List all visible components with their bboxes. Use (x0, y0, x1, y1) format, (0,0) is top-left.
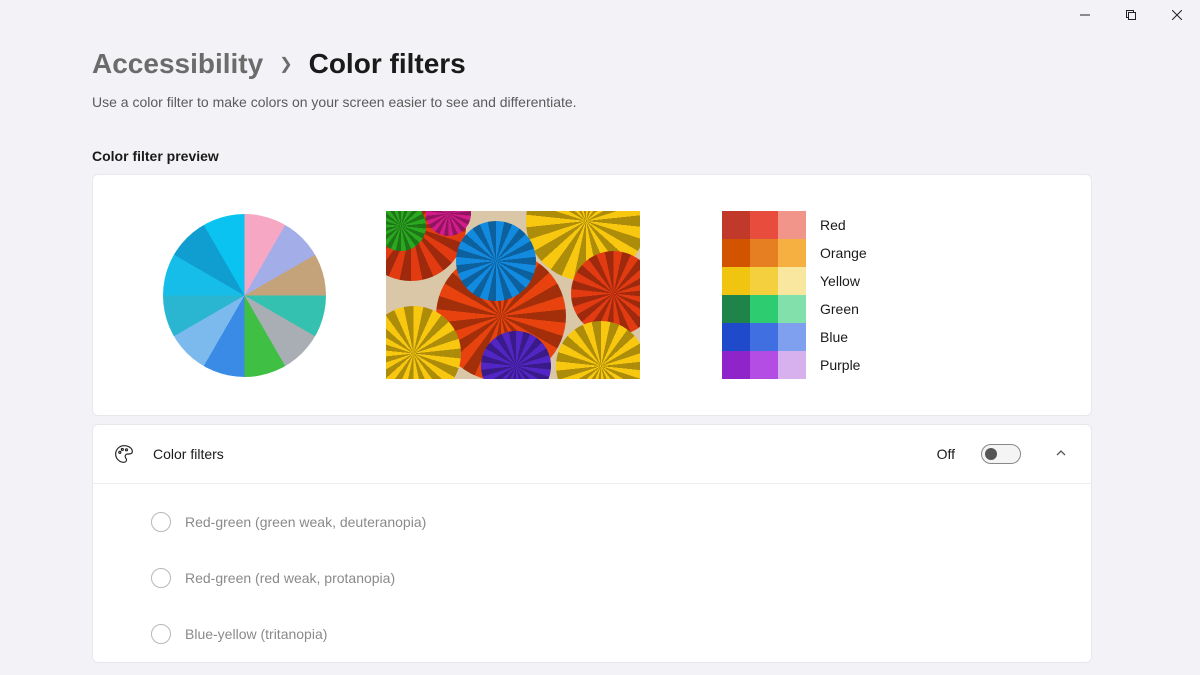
option-label: Blue-yellow (tritanopia) (185, 626, 327, 642)
color-filters-header[interactable]: Color filters Off (93, 425, 1091, 484)
chevron-right-icon: ❯ (279, 54, 292, 74)
swatch (722, 211, 750, 239)
swatch (778, 295, 806, 323)
swatch-label: Orange (820, 245, 867, 261)
toggle-state-text: Off (937, 446, 955, 462)
swatch (778, 239, 806, 267)
swatch (750, 351, 778, 379)
swatch (722, 351, 750, 379)
swatch-label: Yellow (820, 273, 860, 289)
swatch (722, 267, 750, 295)
swatch (750, 295, 778, 323)
color-filters-card: Color filters Off Red-green (green weak,… (92, 424, 1092, 663)
preview-label: Color filter preview (92, 148, 1092, 164)
preview-card: Red Orange Yellow Green Blue Purple (92, 174, 1092, 416)
swatch (750, 211, 778, 239)
breadcrumb-parent[interactable]: Accessibility (92, 48, 263, 80)
swatch-label: Blue (820, 329, 848, 345)
radio-button[interactable] (151, 624, 171, 644)
chevron-up-icon[interactable] (1055, 447, 1067, 462)
swatch (750, 239, 778, 267)
filter-options-list: Red-green (green weak, deuteranopia) Red-… (93, 484, 1091, 662)
breadcrumb: Accessibility ❯ Color filters (92, 48, 1092, 80)
swatch-row: Blue (722, 323, 867, 351)
swatch (722, 323, 750, 351)
option-label: Red-green (green weak, deuteranopia) (185, 514, 426, 530)
page-title: Color filters (309, 48, 466, 80)
window-controls (1062, 0, 1200, 30)
swatch-label: Red (820, 217, 846, 233)
photo-preview (386, 211, 640, 379)
radio-button[interactable] (151, 568, 171, 588)
color-filters-toggle[interactable] (981, 444, 1021, 464)
swatch (722, 295, 750, 323)
close-button[interactable] (1154, 0, 1200, 30)
swatch-row: Orange (722, 239, 867, 267)
toggle-knob (985, 448, 997, 460)
option-label: Red-green (red weak, protanopia) (185, 570, 395, 586)
swatch-row: Green (722, 295, 867, 323)
swatch (778, 351, 806, 379)
filter-option[interactable]: Blue-yellow (tritanopia) (151, 606, 1091, 662)
swatch-row: Red (722, 211, 867, 239)
swatch-row: Yellow (722, 267, 867, 295)
swatch (750, 267, 778, 295)
minimize-button[interactable] (1062, 0, 1108, 30)
swatch-label: Green (820, 301, 859, 317)
swatch (778, 211, 806, 239)
swatch-label: Purple (820, 357, 860, 373)
swatch (750, 323, 778, 351)
maximize-button[interactable] (1108, 0, 1154, 30)
toggle-title: Color filters (153, 446, 919, 462)
swatch (722, 239, 750, 267)
page-description: Use a color filter to make colors on you… (92, 94, 1092, 110)
palette-icon (113, 443, 135, 465)
filter-option[interactable]: Red-green (green weak, deuteranopia) (151, 494, 1091, 550)
radio-button[interactable] (151, 512, 171, 532)
swatch-table: Red Orange Yellow Green Blue Purple (722, 211, 867, 379)
swatch (778, 267, 806, 295)
color-wheel-preview (163, 214, 326, 377)
filter-option[interactable]: Red-green (red weak, protanopia) (151, 550, 1091, 606)
swatch-row: Purple (722, 351, 867, 379)
swatch (778, 323, 806, 351)
